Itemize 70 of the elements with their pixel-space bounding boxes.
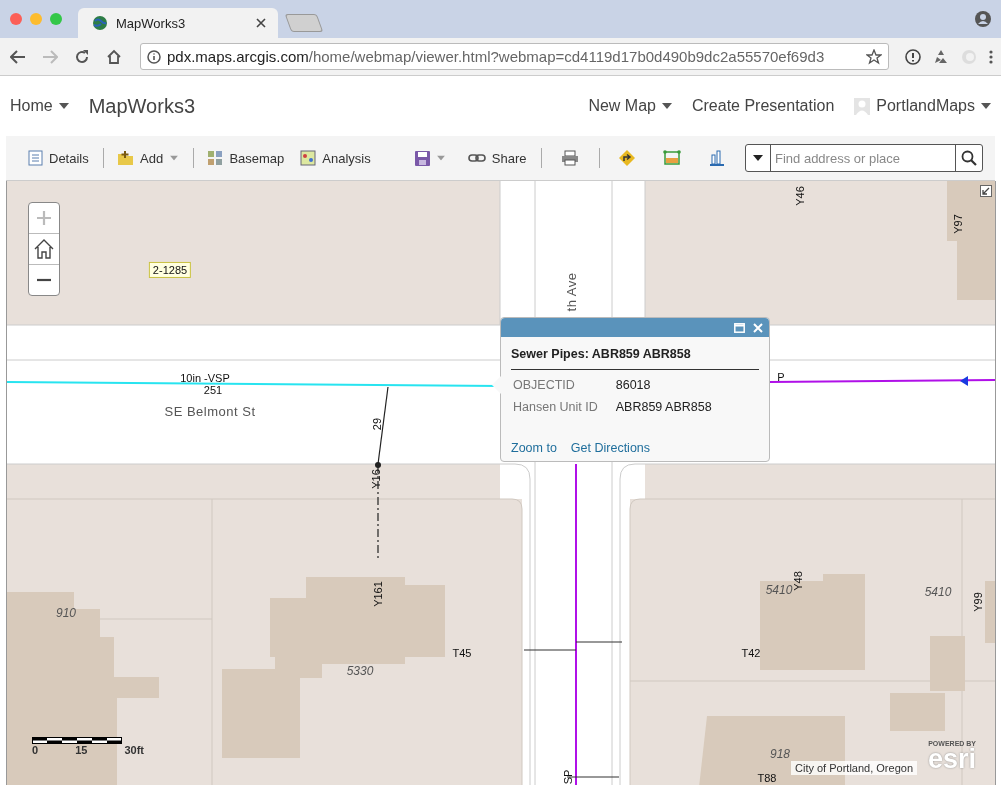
address-field[interactable]: pdx.maps.arcgis.com/home/webmap/viewer.html?webmap=cd4119d17b0d490b9dc2a55570ef69d3 xyxy=(140,43,889,70)
street-label: SE Belmont St xyxy=(164,404,256,420)
printer-icon xyxy=(560,150,579,166)
chart-map-icon xyxy=(300,150,317,166)
direction-sign-icon xyxy=(619,150,635,166)
header-menu[interactable]: New Map xyxy=(588,97,672,115)
caret-icon xyxy=(753,155,763,161)
toolbar-button[interactable]: Details xyxy=(26,148,91,168)
address-number: 5330 xyxy=(346,665,374,679)
address-number: 910 xyxy=(56,607,76,621)
pipe-label: Y16 xyxy=(369,469,383,489)
folder-plus-icon xyxy=(117,150,134,166)
pipe-label: P xyxy=(777,370,785,384)
back-icon[interactable] xyxy=(8,49,28,64)
header-menu[interactable]: Create Presentation xyxy=(691,97,835,115)
document-icon xyxy=(28,150,43,166)
pipe-label: SP xyxy=(561,769,575,785)
map-title: MapWorks3 xyxy=(88,94,195,118)
pipe-label: Y161 xyxy=(371,581,385,607)
toolbar-button[interactable]: Add xyxy=(115,148,182,168)
field-label: Hansen Unit ID xyxy=(513,400,598,414)
info-circle-icon[interactable] xyxy=(905,48,921,65)
toolbar-button[interactable]: Basemap xyxy=(205,148,287,168)
pipe-label: Y48 xyxy=(791,571,805,591)
popup-link[interactable]: Zoom to xyxy=(511,441,557,455)
caret-icon xyxy=(58,103,69,109)
info-icon[interactable] xyxy=(147,49,161,64)
home-menu[interactable]: Home xyxy=(10,97,69,115)
plus-icon xyxy=(36,210,52,226)
parcel-tag: 2-1285 xyxy=(148,261,192,279)
globe-icon xyxy=(92,15,108,31)
close-button[interactable] xyxy=(753,322,763,333)
profile-icon[interactable] xyxy=(975,11,991,27)
link-icon xyxy=(467,153,486,163)
field-label: OBJECTID xyxy=(513,378,576,392)
header-menu[interactable]: PortlandMaps xyxy=(854,97,991,115)
toolbar-button[interactable]: Share xyxy=(465,148,529,168)
pipe-label: Y99 xyxy=(971,592,985,612)
close-tab-icon[interactable] xyxy=(256,18,266,28)
grid-icon xyxy=(207,150,224,166)
scale-label: 30ft xyxy=(124,744,144,756)
search-icon xyxy=(961,150,977,166)
toolbar-button[interactable]: Analysis xyxy=(298,148,373,168)
field-value: ABR859 ABR858 xyxy=(615,400,713,414)
maximize-button[interactable] xyxy=(734,322,745,333)
pipe-label: 29 xyxy=(370,417,384,431)
pipe-label: 251 xyxy=(203,383,223,397)
attribution-text: City of Portland, Oregon xyxy=(791,761,917,775)
popup-title: Sewer Pipes: ABR859 ABR858 xyxy=(511,347,759,370)
collapse-icon[interactable] xyxy=(980,185,992,197)
pipe-label: T42 xyxy=(741,646,761,660)
pipe-label: 10in -VSP xyxy=(180,371,230,385)
scale-label: 0 xyxy=(32,744,39,756)
field-value: 86018 xyxy=(615,378,652,392)
user-avatar-icon xyxy=(854,97,871,115)
bookmark-star-icon[interactable] xyxy=(866,48,882,65)
pipe-label: Y97 xyxy=(951,214,965,234)
browser-tab[interactable]: MapWorks3 xyxy=(78,8,278,38)
street-label: th Ave xyxy=(564,272,580,312)
scale-label: 15 xyxy=(75,744,88,756)
pipe-label: T88 xyxy=(757,771,777,785)
address-number: 918 xyxy=(770,748,790,762)
address-number: 5410 xyxy=(924,586,952,600)
pipe-label: Y46 xyxy=(793,186,807,206)
search-box[interactable]: Find address or place xyxy=(745,144,983,172)
pipe-label: T45 xyxy=(452,646,472,660)
more-menu-icon[interactable] xyxy=(989,49,993,64)
popup-link[interactable]: Get Directions xyxy=(570,441,651,455)
address-number: 5410 xyxy=(765,584,793,598)
home-icon xyxy=(33,238,55,260)
